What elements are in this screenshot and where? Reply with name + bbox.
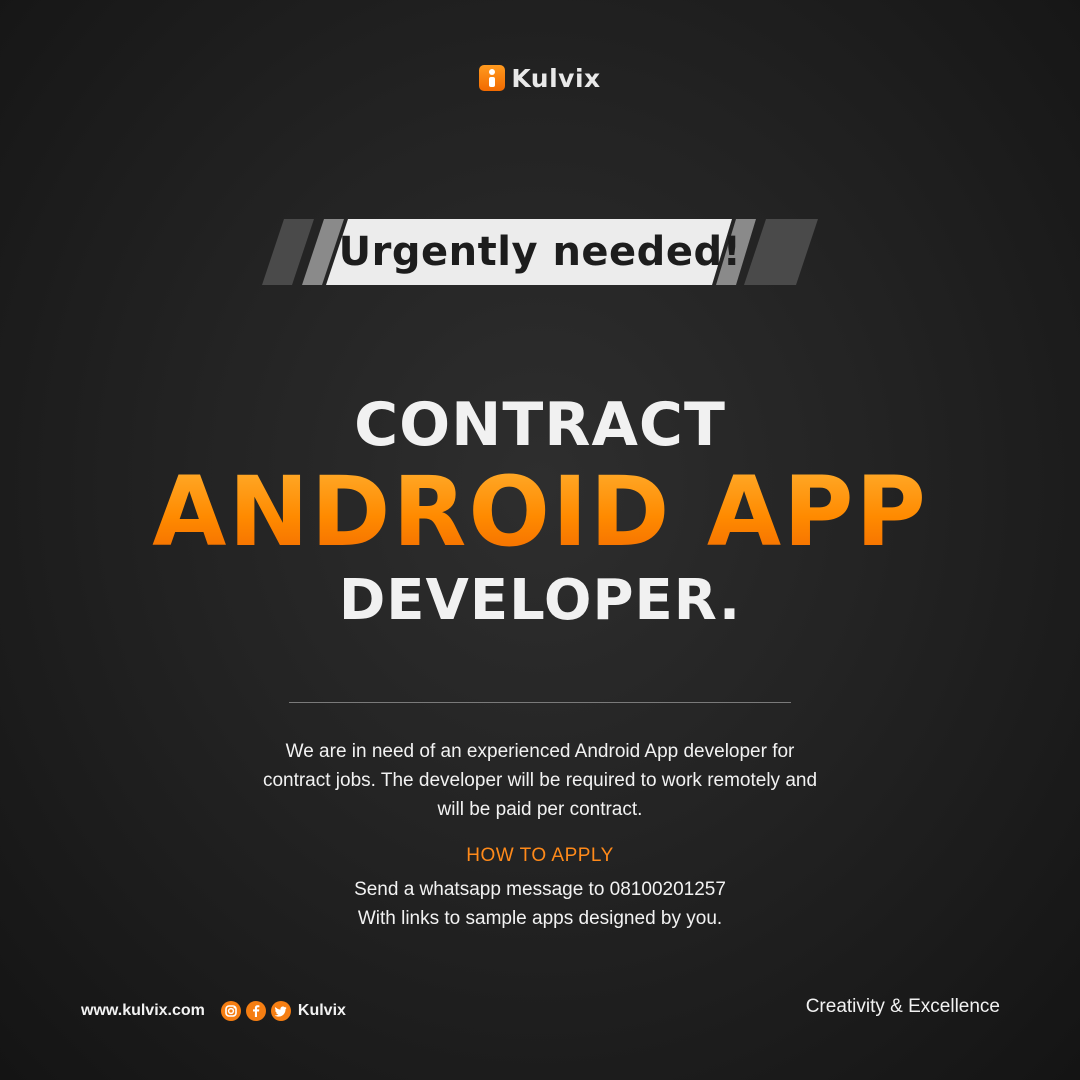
- how-to-apply-text: Send a whatsapp message to 08100201257 W…: [0, 875, 1080, 933]
- divider: [289, 702, 791, 703]
- apply-line: Send a whatsapp message to 08100201257: [354, 879, 726, 900]
- description-line: will be paid per contract.: [437, 799, 643, 820]
- headline-contract: CONTRACT: [354, 390, 726, 460]
- brand-logo: Kulvix: [0, 58, 1080, 98]
- how-to-apply-title: HOW TO APPLY: [466, 845, 614, 866]
- headline-android-app: ANDROID APP: [0, 462, 1080, 562]
- website-link[interactable]: www.kulvix.com: [81, 1002, 205, 1020]
- logo-mark-icon: [479, 65, 506, 91]
- apply-line: With links to sample apps designed by yo…: [357, 908, 723, 929]
- social-handle: Kulvix: [297, 1002, 346, 1019]
- footer-contact: www.kulvix.com Kulvix: [81, 996, 346, 1026]
- urgent-banner: Urgently needed!: [262, 219, 818, 285]
- description-line: contract jobs. The developer will be req…: [262, 770, 818, 791]
- brand-name: Kulvix: [511, 63, 601, 93]
- description-line: We are in need of an experienced Android…: [285, 741, 795, 762]
- tagline: Creativity & Excellence: [805, 996, 1000, 1017]
- twitter-icon[interactable]: [270, 1001, 291, 1021]
- instagram-icon[interactable]: [220, 1001, 241, 1021]
- banner-label: Urgently needed!: [338, 229, 742, 275]
- facebook-icon[interactable]: [245, 1001, 266, 1021]
- headline-developer: DEVELOPER.: [338, 568, 742, 633]
- job-description: We are in need of an experienced Android…: [0, 737, 1080, 824]
